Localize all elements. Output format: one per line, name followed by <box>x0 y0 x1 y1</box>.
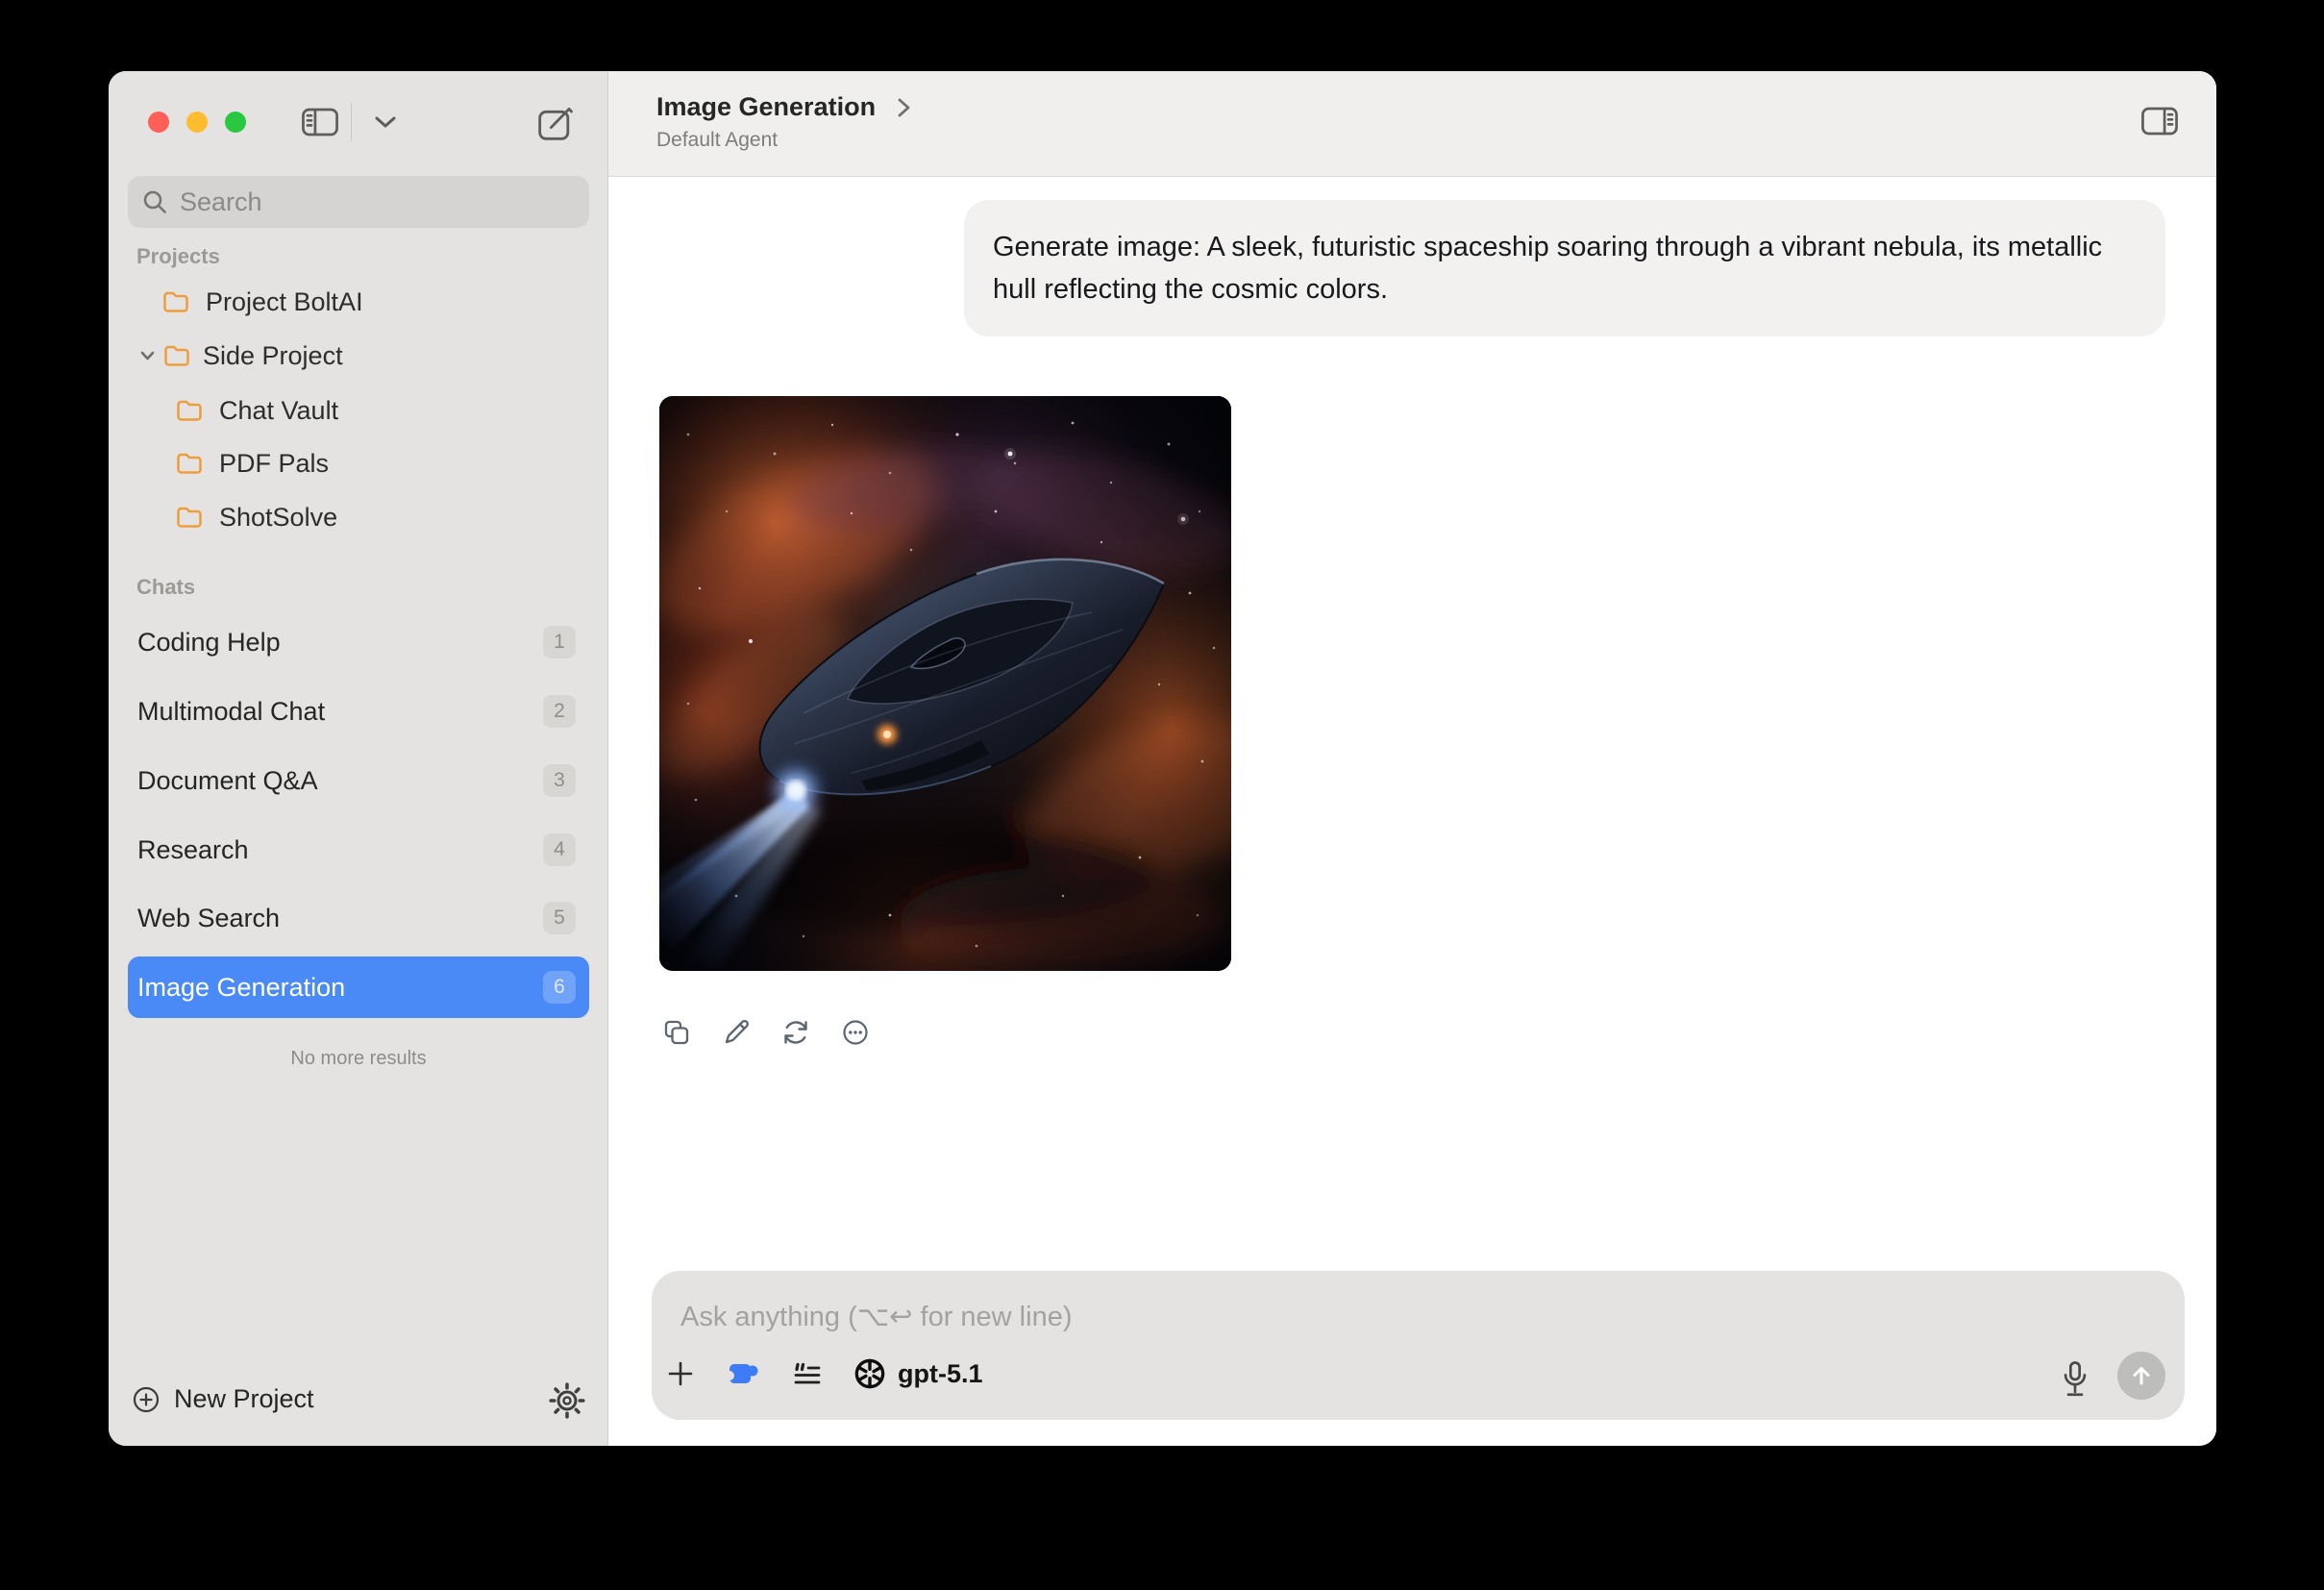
toolbar-divider <box>351 103 352 141</box>
generated-spaceship-image[interactable] <box>659 396 1231 971</box>
sidebar-item-image-generation[interactable]: Image Generation 6 <box>128 956 589 1018</box>
folder-icon <box>163 344 189 367</box>
sidebar-item-research[interactable]: Research 4 <box>128 819 589 881</box>
chat-count-badge: 6 <box>543 971 576 1004</box>
no-more-results-text: No more results <box>109 1048 608 1070</box>
chat-label: Multimodal Chat <box>137 697 543 727</box>
projects-section-label: Projects <box>136 244 220 269</box>
copy-icon[interactable] <box>659 1015 694 1050</box>
disclosure-chevron-icon[interactable] <box>139 350 156 361</box>
composer-toolbar: gpt-5.1 <box>665 1357 983 1390</box>
gear-icon[interactable] <box>549 1382 585 1419</box>
arrow-up-icon <box>2128 1362 2155 1389</box>
edit-icon[interactable] <box>719 1015 754 1050</box>
prompt-library-icon[interactable] <box>792 1358 823 1389</box>
sidebar-item-web-search[interactable]: Web Search 5 <box>128 887 589 949</box>
sidebar-item-shotsolve[interactable]: ShotSolve <box>109 496 608 538</box>
chat-count-badge: 3 <box>543 764 576 797</box>
project-label: ShotSolve <box>219 503 337 533</box>
project-label: Project BoltAI <box>206 287 363 317</box>
chat-pane: Image Generation Default Agent Generate … <box>608 71 2216 1446</box>
chevron-right-icon <box>897 96 911 119</box>
minimize-window-button[interactable] <box>186 112 208 133</box>
close-window-button[interactable] <box>148 112 169 133</box>
compose-icon[interactable] <box>535 104 576 142</box>
folder-icon <box>176 506 202 529</box>
chat-count-badge: 4 <box>543 833 576 866</box>
breadcrumb[interactable]: Image Generation <box>656 92 911 122</box>
plus-icon[interactable] <box>665 1358 696 1389</box>
new-project-label: New Project <box>174 1384 314 1414</box>
user-message-text: Generate image: A sleek, futuristic spac… <box>993 226 2137 311</box>
message-composer[interactable]: gpt-5.1 <box>652 1271 2185 1420</box>
message-input[interactable] <box>679 1292 1932 1342</box>
app-window: Projects Project BoltAI Side Project <box>109 71 2216 1446</box>
message-actions <box>659 1015 873 1050</box>
project-label: PDF Pals <box>219 449 329 479</box>
chat-count-badge: 5 <box>543 902 576 934</box>
search-field[interactable] <box>128 176 589 228</box>
sidebar-item-pdf-pals[interactable]: PDF Pals <box>109 442 608 484</box>
spaceship-nebula-artwork <box>659 396 1231 971</box>
new-project-button[interactable]: New Project <box>132 1384 314 1414</box>
plugin-icon[interactable] <box>727 1358 761 1389</box>
search-input[interactable] <box>178 186 566 218</box>
page-title: Image Generation <box>656 92 876 122</box>
chat-count-badge: 1 <box>543 626 576 658</box>
sidebar-item-document-qa[interactable]: Document Q&A 3 <box>128 750 589 811</box>
regenerate-icon[interactable] <box>779 1015 813 1050</box>
sidebar-footer: New Project <box>109 1384 608 1436</box>
sidebar-item-chat-vault[interactable]: Chat Vault <box>109 389 608 432</box>
right-sidebar-toggle-icon[interactable] <box>2139 105 2180 137</box>
microphone-icon[interactable] <box>2059 1359 2091 1400</box>
folder-icon <box>176 399 202 422</box>
user-message-bubble: Generate image: A sleek, futuristic spac… <box>964 200 2165 336</box>
sidebar: Projects Project BoltAI Side Project <box>109 71 608 1446</box>
project-label: Side Project <box>203 341 343 371</box>
project-label: Chat Vault <box>219 396 338 426</box>
chat-label: Coding Help <box>137 628 543 658</box>
sidebar-item-side-project[interactable]: Side Project <box>109 335 608 377</box>
search-icon <box>141 188 168 215</box>
chat-header: Image Generation Default Agent <box>608 71 2216 177</box>
agent-subtitle: Default Agent <box>656 129 778 152</box>
folder-icon <box>176 452 202 475</box>
chat-label: Document Q&A <box>137 766 543 796</box>
model-name: gpt-5.1 <box>898 1359 983 1389</box>
sidebar-item-project-boltai[interactable]: Project BoltAI <box>109 281 608 323</box>
model-selector[interactable]: gpt-5.1 <box>853 1357 983 1390</box>
sidebar-item-multimodal-chat[interactable]: Multimodal Chat 2 <box>128 681 589 742</box>
chat-label: Image Generation <box>137 973 543 1003</box>
folder-icon <box>162 290 188 313</box>
send-button[interactable] <box>2117 1352 2165 1400</box>
chats-section-label: Chats <box>136 575 195 600</box>
chat-label: Research <box>137 835 543 865</box>
zoom-window-button[interactable] <box>225 112 246 133</box>
plus-circle-icon <box>132 1385 161 1414</box>
more-options-icon[interactable] <box>838 1015 873 1050</box>
chat-count-badge: 2 <box>543 695 576 728</box>
sidebar-toggle-icon[interactable] <box>300 106 340 138</box>
openai-icon <box>853 1357 886 1390</box>
chat-label: Web Search <box>137 904 543 933</box>
chevron-down-icon[interactable] <box>373 114 398 130</box>
sidebar-item-coding-help[interactable]: Coding Help 1 <box>128 611 589 673</box>
